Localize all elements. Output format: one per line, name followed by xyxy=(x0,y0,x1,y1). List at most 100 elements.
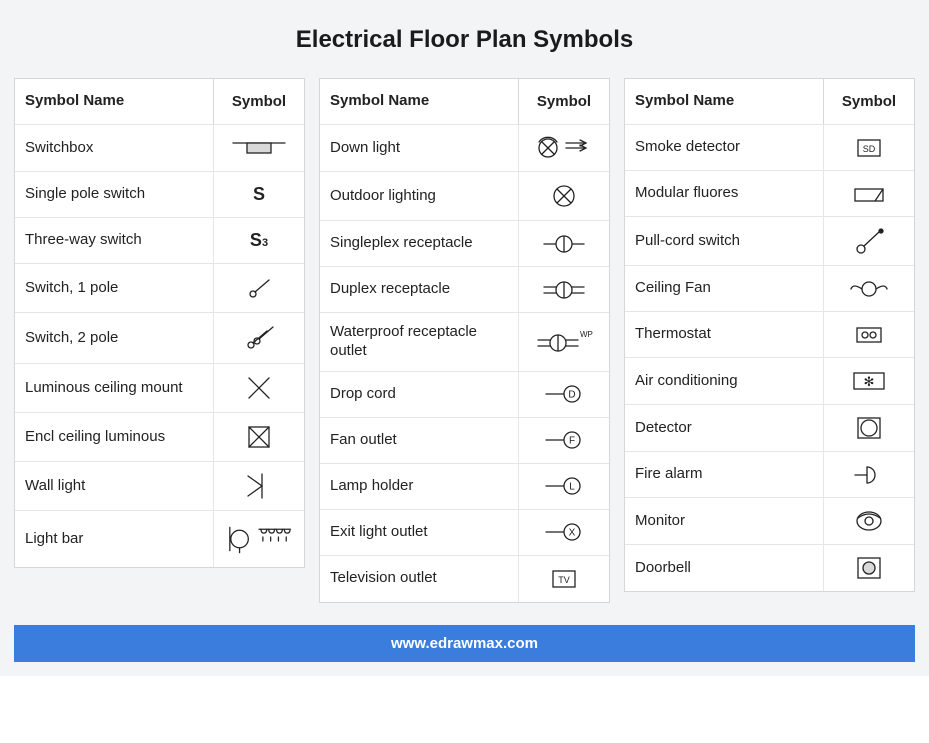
symbol-name: Waterproof receptacle outlet xyxy=(320,313,519,371)
table-row: Duplex receptacle xyxy=(320,267,609,313)
symbol-name: Exit light outlet xyxy=(320,510,519,555)
symbol-name: Single pole switch xyxy=(15,172,214,217)
svg-text:X: X xyxy=(569,528,576,539)
table-row: Wall light xyxy=(15,462,304,511)
sd-icon: SD xyxy=(824,125,914,170)
table-row: Ceiling Fan xyxy=(625,266,914,312)
svg-text:L: L xyxy=(569,482,575,493)
svg-text:✻: ✻ xyxy=(864,374,875,389)
tables-container: Symbol Name SymbolSwitchboxSingle pole s… xyxy=(14,78,915,603)
table-row: Switchbox xyxy=(15,125,304,172)
svg-text:D: D xyxy=(568,390,575,401)
s3-icon: S3 xyxy=(214,218,304,263)
symbol-name: Drop cord xyxy=(320,372,519,417)
symbol-name: Television outlet xyxy=(320,556,519,602)
letD-icon: D xyxy=(519,372,609,417)
table-row: Modular fluores xyxy=(625,171,914,217)
svg-text:F: F xyxy=(569,436,575,447)
table-row: Singleplex receptacle xyxy=(320,221,609,267)
lightbar-icon xyxy=(214,511,304,567)
table-row: Encl ceiling luminous xyxy=(15,413,304,462)
table-row: Switch, 2 pole xyxy=(15,313,304,364)
column-header-symbol: Symbol xyxy=(214,79,304,124)
receptwp-icon: WP xyxy=(519,313,609,371)
symbol-name: Detector xyxy=(625,405,824,451)
symbol-name: Three-way switch xyxy=(15,218,214,263)
detector-icon xyxy=(824,405,914,451)
circlex-icon xyxy=(519,172,609,220)
symbol-name: Ceiling Fan xyxy=(625,266,824,311)
table-header: Symbol Name Symbol xyxy=(320,79,609,125)
symbol-name: Wall light xyxy=(15,462,214,510)
switch1p-icon xyxy=(214,264,304,312)
ceilfan-icon xyxy=(824,266,914,311)
symbol-name: Monitor xyxy=(625,498,824,544)
firealarm-icon xyxy=(824,452,914,497)
column-header-name: Symbol Name xyxy=(625,79,824,124)
symbols-table: Symbol Name SymbolDown light Outdoor lig… xyxy=(319,78,610,603)
table-row: Smoke detector SD xyxy=(625,125,914,171)
symbol-name: Fan outlet xyxy=(320,418,519,463)
doorbell-icon xyxy=(824,545,914,591)
thermo-icon xyxy=(824,312,914,357)
table-row: Three-way switchS3 xyxy=(15,218,304,264)
table-row: Pull-cord switch xyxy=(625,217,914,266)
symbol-name: Air conditioning xyxy=(625,358,824,404)
symbol-name: Switch, 2 pole xyxy=(15,313,214,363)
switch2p-icon xyxy=(214,313,304,363)
symbol-name: Duplex receptacle xyxy=(320,267,519,312)
svg-text:SD: SD xyxy=(863,144,876,154)
walllight-icon xyxy=(214,462,304,510)
symbols-table: Symbol Name SymbolSmoke detector SD Modula… xyxy=(624,78,915,592)
table-row: Outdoor lighting xyxy=(320,172,609,221)
letX-icon: X xyxy=(519,510,609,555)
symbol-name: Encl ceiling luminous xyxy=(15,413,214,461)
symbol-name: Luminous ceiling mount xyxy=(15,364,214,412)
tv-icon: TV xyxy=(519,556,609,602)
recept2-icon xyxy=(519,267,609,312)
symbol-name: Switchbox xyxy=(15,125,214,171)
page-title: Electrical Floor Plan Symbols xyxy=(14,26,915,54)
letF-icon: F xyxy=(519,418,609,463)
table-row: Television outlet TV xyxy=(320,556,609,602)
symbol-name: Switch, 1 pole xyxy=(15,264,214,312)
pullcord-icon xyxy=(824,217,914,265)
monitor-icon xyxy=(824,498,914,544)
symbol-name: Fire alarm xyxy=(625,452,824,497)
xmark-icon xyxy=(214,364,304,412)
table-row: Waterproof receptacle outletWP xyxy=(320,313,609,372)
table-row: Luminous ceiling mount xyxy=(15,364,304,413)
s-icon: S xyxy=(214,172,304,217)
table-row: Single pole switchS xyxy=(15,172,304,218)
table-row: Down light xyxy=(320,125,609,172)
table-row: Lamp holder L xyxy=(320,464,609,510)
modfluor-icon xyxy=(824,171,914,216)
recept1-icon xyxy=(519,221,609,266)
ac-icon: ✻ xyxy=(824,358,914,404)
footer-url: www.edrawmax.com xyxy=(14,625,915,662)
symbol-name: Pull-cord switch xyxy=(625,217,824,265)
table-row: Drop cord D xyxy=(320,372,609,418)
letL-icon: L xyxy=(519,464,609,509)
table-row: Switch, 1 pole xyxy=(15,264,304,313)
table-row: Monitor xyxy=(625,498,914,545)
table-row: Light bar xyxy=(15,511,304,567)
symbols-table: Symbol Name SymbolSwitchboxSingle pole s… xyxy=(14,78,305,568)
svg-text:TV: TV xyxy=(558,575,570,585)
symbol-name: Outdoor lighting xyxy=(320,172,519,220)
switchbox-icon xyxy=(214,125,304,171)
symbol-name: Lamp holder xyxy=(320,464,519,509)
table-row: Air conditioning ✻ xyxy=(625,358,914,405)
column-header-symbol: Symbol xyxy=(824,79,914,124)
page: Electrical Floor Plan Symbols Symbol Nam… xyxy=(0,0,929,676)
symbol-name: Smoke detector xyxy=(625,125,824,170)
symbol-name: Light bar xyxy=(15,511,214,567)
symbol-name: Singleplex receptacle xyxy=(320,221,519,266)
symbol-name: Thermostat xyxy=(625,312,824,357)
symbol-name: Down light xyxy=(320,125,519,171)
symbol-name: Modular fluores xyxy=(625,171,824,216)
column-header-symbol: Symbol xyxy=(519,79,609,124)
table-header: Symbol Name Symbol xyxy=(625,79,914,125)
table-header: Symbol Name Symbol xyxy=(15,79,304,125)
table-row: Fan outlet F xyxy=(320,418,609,464)
